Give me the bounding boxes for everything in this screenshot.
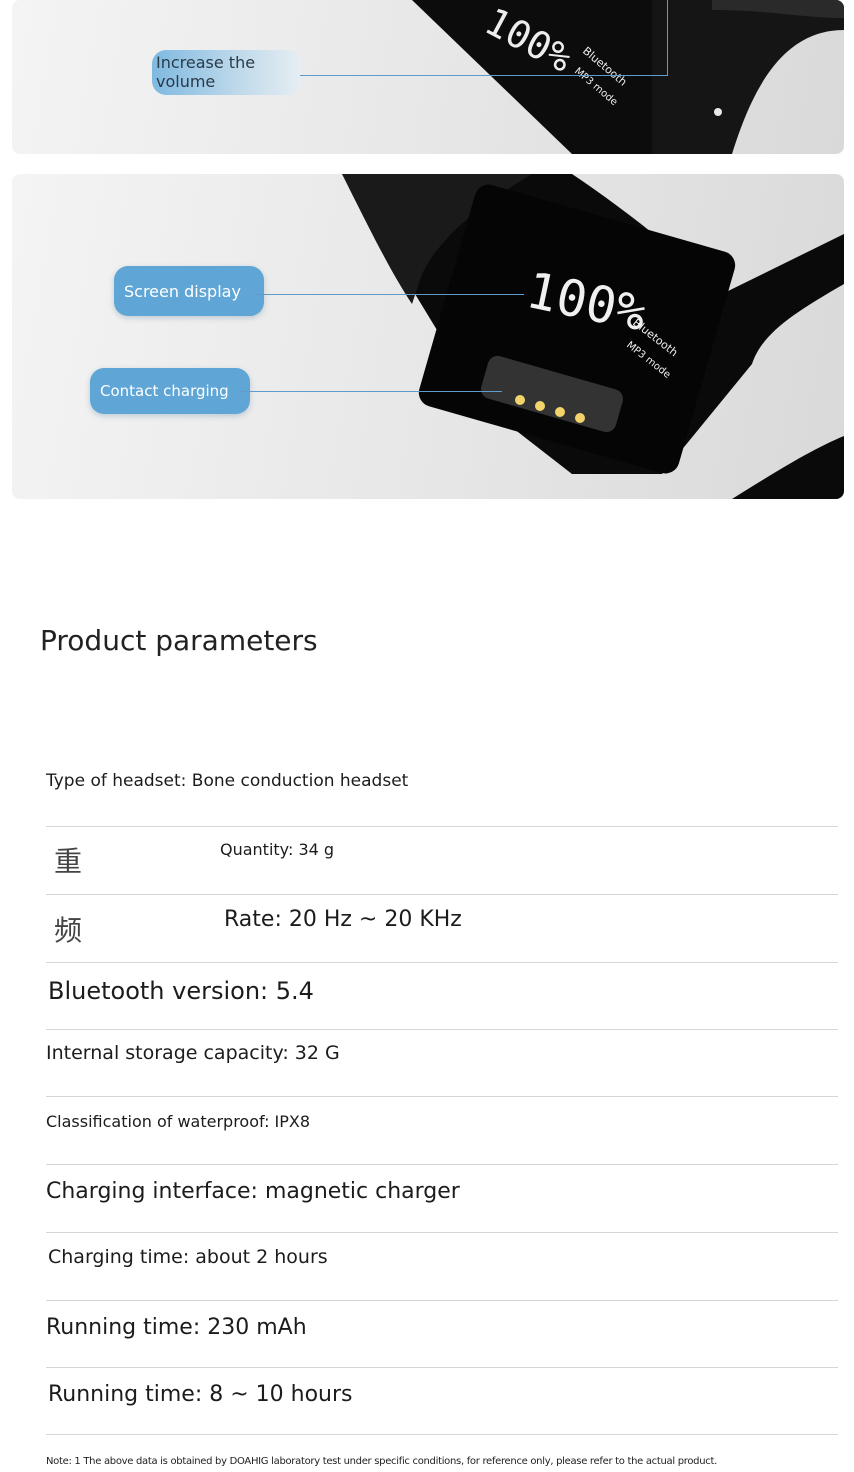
param-weight: Quantity: 34 g <box>220 840 335 859</box>
param-row-battery: Running time: 230 mAh <box>46 1301 838 1368</box>
callout-increase-volume-label: Increase the volume <box>156 53 256 91</box>
callout-contact-charging: Contact charging <box>90 368 250 414</box>
callout-increase-volume: Increase the volume <box>152 50 302 95</box>
param-frequency-char: 频 <box>54 914 83 947</box>
section-title: Product parameters <box>40 624 318 657</box>
callout-screen-display-label: Screen display <box>124 281 241 301</box>
leader-line-screen <box>254 294 524 295</box>
param-battery: Running time: 230 mAh <box>46 1315 307 1340</box>
param-waterproof: Classification of waterproof: IPX8 <box>46 1112 311 1131</box>
headset-top-illustration: 100% Bluetooth MP3 mode <box>412 0 844 154</box>
callout-contact-charging-label: Contact charging <box>100 381 229 400</box>
param-bluetooth-version: Bluetooth version: 5.4 <box>48 977 314 1005</box>
param-running-time: Running time: 8 ~ 10 hours <box>48 1382 353 1407</box>
param-charging-interface: Charging interface: magnetic charger <box>46 1179 460 1204</box>
headset-illustration: 100% Bluetooth MP3 mode <box>342 174 844 499</box>
param-row-charging-time: Charging time: about 2 hours <box>46 1233 838 1301</box>
param-row-weight: 重 Quantity: 34 g <box>46 827 838 895</box>
product-image-top: 100% Bluetooth MP3 mode Increase the vol… <box>12 0 844 154</box>
leader-line-volume <box>300 75 668 76</box>
param-row-running-time: Running time: 8 ~ 10 hours <box>46 1368 838 1435</box>
param-row-bluetooth: Bluetooth version: 5.4 <box>46 963 838 1030</box>
param-headset-type: Type of headset: Bone conduction headset <box>46 771 409 791</box>
param-row-frequency: 频 Rate: 20 Hz ~ 20 KHz <box>46 895 838 963</box>
param-frequency: Rate: 20 Hz ~ 20 KHz <box>224 907 462 932</box>
param-storage: Internal storage capacity: 32 G <box>46 1042 340 1064</box>
callout-screen-display: Screen display <box>114 266 264 316</box>
param-row-waterproof: Classification of waterproof: IPX8 <box>46 1097 838 1165</box>
param-weight-char: 重 <box>54 845 83 878</box>
footnote: Note: 1 The above data is obtained by DO… <box>46 1456 717 1467</box>
param-row-headset-type: Type of headset: Bone conduction headset <box>46 760 838 827</box>
leader-line-volume-vertical <box>667 0 668 76</box>
param-row-storage: Internal storage capacity: 32 G <box>46 1030 838 1097</box>
param-charging-time: Charging time: about 2 hours <box>48 1246 328 1268</box>
leader-line-charging <box>240 391 502 392</box>
param-row-charging-interface: Charging interface: magnetic charger <box>46 1165 838 1233</box>
product-image-bottom: 100% Bluetooth MP3 mode Screen display C… <box>12 174 844 499</box>
